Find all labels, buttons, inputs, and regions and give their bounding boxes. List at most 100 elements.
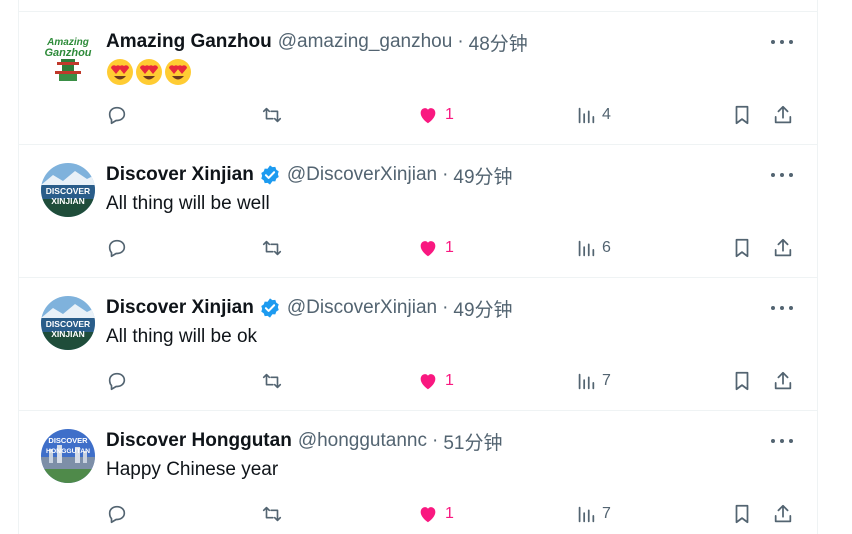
retweet-button[interactable] bbox=[260, 499, 284, 529]
bookmark-icon bbox=[735, 504, 749, 524]
like-button[interactable]: 1 bbox=[417, 233, 454, 263]
retweet-icon bbox=[262, 107, 282, 123]
tweet[interactable]: Amazing Ganzhou Amazing Ganzhou @amazing… bbox=[19, 12, 817, 145]
share-button[interactable] bbox=[772, 100, 794, 130]
avatar-discover-xinjian[interactable]: DISCOVER XINJIAN bbox=[41, 163, 95, 217]
bookmark-button[interactable] bbox=[732, 100, 752, 130]
share-icon bbox=[774, 504, 792, 523]
more-options-icon[interactable] bbox=[771, 298, 793, 318]
separator-dot: · bbox=[442, 297, 449, 318]
analytics-icon bbox=[578, 240, 595, 257]
bookmark-button[interactable] bbox=[732, 233, 752, 263]
retweet-button[interactable] bbox=[260, 100, 284, 130]
analytics-icon bbox=[578, 107, 595, 124]
like-count: 1 bbox=[445, 505, 454, 522]
verified-badge-icon bbox=[261, 298, 279, 318]
share-button[interactable] bbox=[772, 366, 794, 396]
verified-badge-icon bbox=[261, 165, 279, 185]
share-icon bbox=[774, 371, 792, 390]
user-handle[interactable]: @honggutannc bbox=[298, 430, 427, 452]
tweet-actions: 1 7 bbox=[106, 366, 796, 396]
view-count: 7 bbox=[602, 505, 611, 522]
tweet-header: Discover Honggutan @honggutannc · 51分钟 bbox=[106, 428, 502, 455]
user-handle[interactable]: @DiscoverXinjian bbox=[287, 297, 437, 319]
user-handle[interactable]: @DiscoverXinjian bbox=[287, 164, 437, 186]
reply-button[interactable] bbox=[106, 233, 128, 263]
share-icon bbox=[774, 238, 792, 257]
tweet-header: Discover Xinjian @DiscoverXinjian · 49分钟 bbox=[106, 295, 513, 322]
retweet-icon bbox=[262, 240, 282, 256]
timestamp[interactable]: 49分钟 bbox=[453, 295, 512, 322]
timestamp[interactable]: 51分钟 bbox=[443, 428, 502, 455]
reply-button[interactable] bbox=[106, 366, 128, 396]
share-icon bbox=[774, 105, 792, 124]
tweet[interactable]: DISCOVER HONGGUTAN Discover Honggutan @h… bbox=[19, 411, 817, 534]
reply-icon bbox=[108, 106, 126, 125]
display-name[interactable]: Discover Xinjian bbox=[106, 164, 254, 186]
tweet-header: Discover Xinjian @DiscoverXinjian · 49分钟 bbox=[106, 162, 513, 189]
reply-button[interactable] bbox=[106, 100, 128, 130]
reply-icon bbox=[108, 372, 126, 391]
avatar-discover-xinjian[interactable]: DISCOVER XINJIAN bbox=[41, 296, 95, 350]
tweet-text: All thing will be well bbox=[106, 193, 270, 214]
reply-icon bbox=[108, 505, 126, 524]
views-button[interactable]: 7 bbox=[576, 499, 611, 529]
tweet-header: Amazing Ganzhou @amazing_ganzhou · 48分钟 bbox=[106, 29, 528, 56]
timestamp[interactable]: 49分钟 bbox=[453, 162, 512, 189]
heart-eyes-emoji-icon bbox=[107, 59, 133, 85]
reply-icon bbox=[108, 239, 126, 258]
tweet-emoji-content bbox=[106, 58, 192, 86]
retweet-icon bbox=[262, 373, 282, 389]
bookmark-icon bbox=[735, 371, 749, 391]
retweet-button[interactable] bbox=[260, 366, 284, 396]
more-options-icon[interactable] bbox=[771, 431, 793, 451]
avatar-logo-text: DISCOVER bbox=[46, 319, 90, 329]
avatar-discover-honggutan[interactable]: DISCOVER HONGGUTAN bbox=[41, 429, 95, 483]
timestamp[interactable]: 48分钟 bbox=[469, 29, 528, 56]
like-count: 1 bbox=[445, 239, 454, 256]
like-count: 1 bbox=[445, 372, 454, 389]
user-handle[interactable]: @amazing_ganzhou bbox=[278, 31, 453, 53]
views-button[interactable]: 4 bbox=[576, 100, 611, 130]
avatar-logo-text: HONGGUTAN bbox=[46, 448, 90, 455]
share-button[interactable] bbox=[772, 499, 794, 529]
tweet-text: Happy Chinese year bbox=[106, 459, 279, 480]
bookmark-icon bbox=[735, 105, 749, 125]
bookmark-icon bbox=[735, 238, 749, 258]
heart-eyes-emoji-icon bbox=[165, 59, 191, 85]
more-options-icon[interactable] bbox=[771, 165, 793, 185]
analytics-icon bbox=[578, 506, 595, 523]
like-button[interactable]: 1 bbox=[417, 366, 454, 396]
bookmark-button[interactable] bbox=[732, 499, 752, 529]
like-button[interactable]: 1 bbox=[417, 499, 454, 529]
display-name[interactable]: Amazing Ganzhou bbox=[106, 31, 272, 53]
avatar-logo-text: Ganzhou bbox=[44, 47, 91, 59]
views-button[interactable]: 7 bbox=[576, 366, 611, 396]
tweet[interactable]: DISCOVER XINJIAN Discover Xinjian @Disco… bbox=[19, 278, 817, 411]
avatar-logo-text: XINJIAN bbox=[51, 329, 85, 339]
avatar-logo-text: DISCOVER bbox=[48, 436, 88, 445]
view-count: 7 bbox=[602, 372, 611, 389]
share-button[interactable] bbox=[772, 233, 794, 263]
display-name[interactable]: Discover Xinjian bbox=[106, 297, 254, 319]
heart-eyes-emoji-icon bbox=[136, 59, 162, 85]
bookmark-button[interactable] bbox=[732, 366, 752, 396]
retweet-icon bbox=[262, 506, 282, 522]
heart-icon bbox=[420, 108, 436, 124]
tweet-actions: 1 4 bbox=[106, 100, 796, 130]
heart-icon bbox=[420, 374, 436, 390]
heart-icon bbox=[420, 241, 436, 257]
reply-button[interactable] bbox=[106, 499, 128, 529]
views-button[interactable]: 6 bbox=[576, 233, 611, 263]
display-name[interactable]: Discover Honggutan bbox=[106, 430, 292, 452]
avatar-amazing-ganzhou[interactable]: Amazing Ganzhou bbox=[41, 30, 95, 84]
tweet-text: All thing will be ok bbox=[106, 326, 258, 347]
retweet-button[interactable] bbox=[260, 233, 284, 263]
avatar-logo-text: XINJIAN bbox=[51, 196, 85, 206]
more-options-icon[interactable] bbox=[771, 32, 793, 52]
tweet-actions: 1 7 bbox=[106, 499, 796, 529]
avatar-logo-text: DISCOVER bbox=[46, 186, 90, 196]
heart-icon bbox=[420, 507, 436, 523]
like-button[interactable]: 1 bbox=[417, 100, 454, 130]
tweet[interactable]: DISCOVER XINJIAN Discover Xinjian @Disco… bbox=[19, 145, 817, 278]
